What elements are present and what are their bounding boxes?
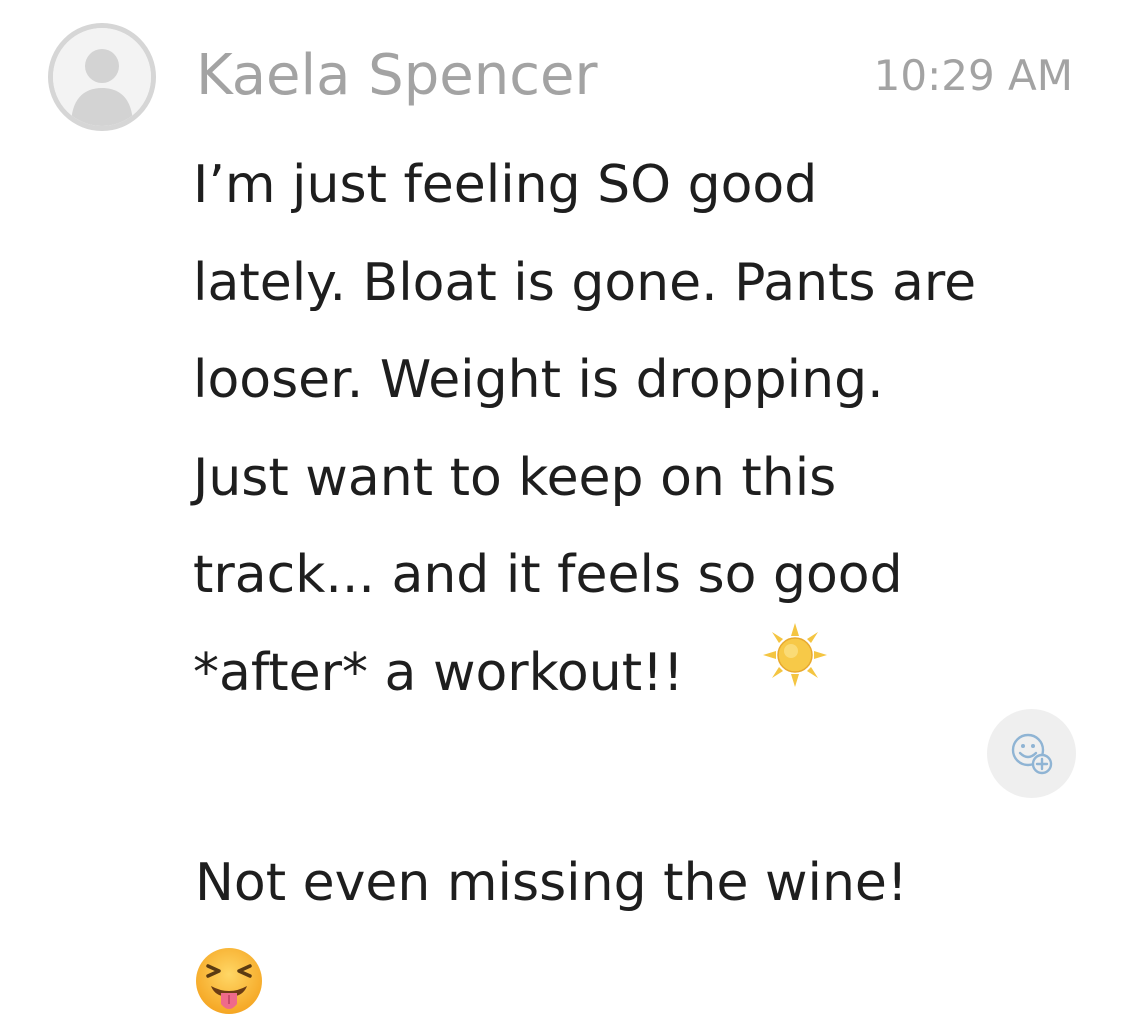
person-icon [53, 28, 151, 126]
avatar[interactable] [48, 23, 156, 131]
sender-name[interactable]: Kaela Spencer [196, 40, 598, 112]
message-timestamp: 10:29 AM [873, 51, 1073, 100]
add-reaction-icon [1011, 733, 1053, 775]
sun-emoji-icon [763, 623, 827, 687]
message-item: Kaela Spencer 10:29 AM I’m just feeling … [0, 0, 1125, 1031]
message-second-line: Not even missing the wine! [195, 853, 908, 913]
message-body: I’m just feeling SO good lately. Bloat i… [193, 155, 977, 703]
add-reaction-button[interactable] [987, 709, 1076, 798]
squinting-face-with-tongue-icon [196, 948, 262, 1014]
